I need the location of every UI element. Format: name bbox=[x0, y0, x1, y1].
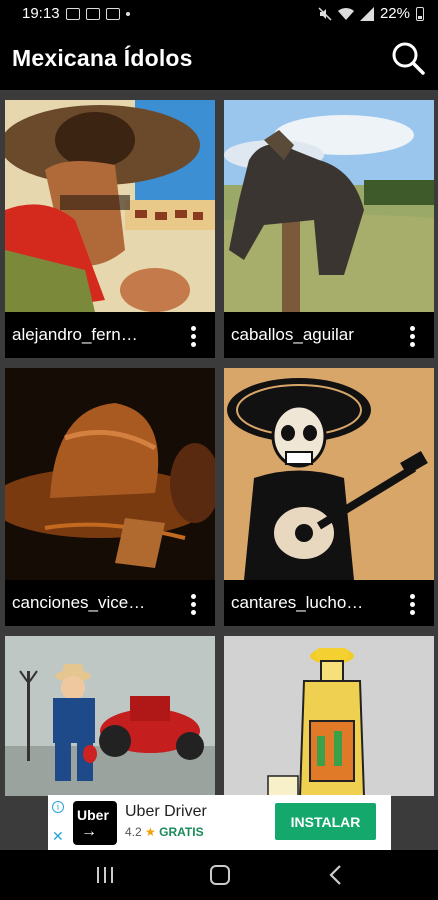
grid-item[interactable]: alejandro_fern… bbox=[5, 100, 215, 358]
farmer-figurine-red-tractor bbox=[5, 636, 215, 796]
battery-percent: 22% bbox=[379, 5, 410, 22]
status-time: 19:13 bbox=[22, 5, 60, 22]
back-icon[interactable] bbox=[326, 864, 346, 886]
arrow-right-icon: → bbox=[81, 823, 97, 840]
tequila-bottle bbox=[224, 636, 434, 796]
ad-info-icon[interactable]: i bbox=[52, 801, 64, 813]
ad-price: GRATIS bbox=[159, 825, 204, 839]
grid-item[interactable]: caballos_aguilar bbox=[224, 100, 434, 358]
more-options-icon[interactable] bbox=[402, 324, 422, 350]
ad-close-icon[interactable]: ✕ bbox=[52, 829, 64, 843]
signal-icon bbox=[359, 6, 374, 21]
grid-item[interactable]: cantares_lucho… bbox=[224, 368, 434, 626]
star-icon: ★ bbox=[145, 825, 156, 839]
ad-rating-value: 4.2 bbox=[125, 825, 142, 839]
app-bar: Mexicana Ídolos bbox=[0, 28, 438, 90]
more-options-icon[interactable] bbox=[183, 324, 203, 350]
search-icon[interactable] bbox=[390, 40, 426, 76]
mute-icon bbox=[318, 6, 332, 21]
grid-item-label: canciones_vice… bbox=[12, 593, 146, 612]
install-button[interactable]: INSTALAR bbox=[275, 803, 376, 840]
ad-app-name: Uber Driver bbox=[125, 803, 207, 820]
status-bar: 19:13 22% bbox=[0, 0, 438, 28]
mariachi-skeleton-guitar bbox=[224, 368, 434, 580]
uber-logo-text: Uber bbox=[77, 807, 109, 823]
grid-item-label: cantares_lucho… bbox=[231, 593, 364, 612]
saddle-on-fence-post bbox=[224, 100, 434, 312]
battery-icon bbox=[416, 6, 424, 21]
grid-item[interactable]: canciones_vice… bbox=[5, 368, 215, 626]
app-title: Mexicana Ídolos bbox=[12, 45, 193, 71]
grid-item-label: caballos_aguilar bbox=[231, 325, 354, 344]
mail-notification-icon bbox=[105, 7, 120, 20]
grid-item-label: alejandro_fern… bbox=[12, 325, 138, 344]
image-grid: alejandro_fern… caballos_aguilar cancion… bbox=[0, 90, 438, 796]
cowboy-sombrero-illustration bbox=[5, 100, 215, 312]
more-options-icon[interactable] bbox=[402, 592, 422, 618]
cast-notification-icon bbox=[85, 7, 100, 20]
system-nav-bar bbox=[0, 850, 438, 900]
recent-apps-icon[interactable] bbox=[97, 867, 115, 883]
wifi-icon bbox=[337, 7, 354, 20]
cowboy-hat-dark bbox=[5, 368, 215, 580]
grid-item[interactable] bbox=[224, 636, 434, 796]
ad-banner[interactable]: i ✕ Uber → Uber Driver 4.2 ★ GRATIS INST… bbox=[48, 795, 391, 850]
more-options-icon[interactable] bbox=[183, 592, 203, 618]
more-notifications-icon bbox=[125, 11, 130, 16]
uber-logo: Uber → bbox=[73, 801, 117, 845]
ad-rating: 4.2 ★ GRATIS bbox=[125, 825, 204, 839]
gallery-notification-icon bbox=[65, 7, 80, 20]
grid-item[interactable] bbox=[5, 636, 215, 796]
home-icon[interactable] bbox=[210, 865, 230, 885]
